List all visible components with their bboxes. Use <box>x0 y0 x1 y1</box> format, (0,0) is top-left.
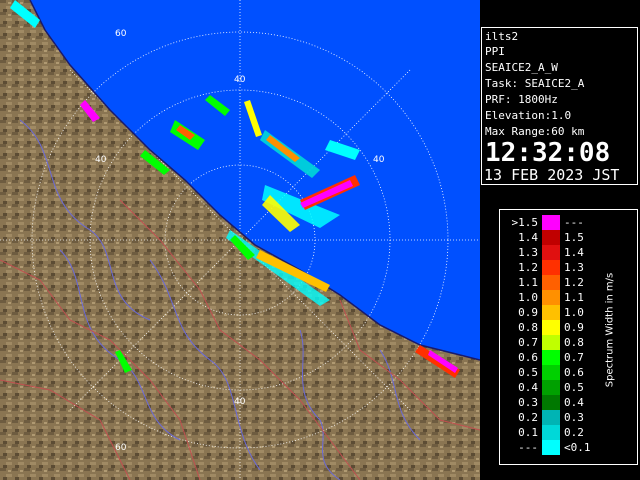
legend-upper-bound: 0.9 <box>564 321 584 334</box>
legend-row: >1.5 --- <box>500 215 637 230</box>
legend-lower-bound: 0.9 <box>518 306 538 319</box>
legend-upper-bound: 0.8 <box>564 336 584 349</box>
legend-swatch <box>542 395 560 410</box>
legend-lower-bound: --- <box>518 441 538 454</box>
legend-lower-bound: 0.4 <box>518 381 538 394</box>
task-name: Task: SEAICE2_A <box>485 77 585 90</box>
legend-upper-bound: --- <box>564 216 584 229</box>
legend-row: --- <0.1 <box>500 440 637 455</box>
legend-upper-bound: 0.6 <box>564 366 584 379</box>
legend-lower-bound: 1.2 <box>518 261 538 274</box>
legend-upper-bound: 0.4 <box>564 396 584 409</box>
legend-upper-bound: 0.2 <box>564 426 584 439</box>
legend-upper-bound: 1.5 <box>564 231 584 244</box>
ring-label-40-top: 40 <box>234 75 246 85</box>
legend-swatch <box>542 245 560 260</box>
legend-lower-bound: 0.8 <box>518 321 538 334</box>
legend-lower-bound: 1.3 <box>518 246 538 259</box>
scan-time: 12:32:08 <box>485 138 611 168</box>
prf-value: PRF: 1800Hz <box>485 93 558 106</box>
legend-lower-bound: 0.2 <box>518 411 538 424</box>
legend-upper-bound: 1.3 <box>564 261 584 274</box>
legend-title-box: Spectrum Width in m/s <box>600 230 620 430</box>
legend-lower-bound: 0.1 <box>518 426 538 439</box>
max-range-value: Max Range:60 km <box>485 125 585 138</box>
legend-swatch <box>542 335 560 350</box>
legend-lower-bound: 0.7 <box>518 336 538 349</box>
legend-title: Spectrum Width in m/s <box>604 272 616 388</box>
legend-swatch <box>542 275 560 290</box>
legend-upper-bound: 1.2 <box>564 276 584 289</box>
legend-upper-bound: 1.1 <box>564 291 584 304</box>
legend-lower-bound: 1.4 <box>518 231 538 244</box>
ring-label-40-right: 40 <box>373 155 385 165</box>
ring-label-60-bottom: 60 <box>115 443 127 453</box>
legend-upper-bound: 0.3 <box>564 411 584 424</box>
ring-label-60-top: 60 <box>115 29 127 39</box>
scan-name: SEAICE2_A_W <box>485 61 558 74</box>
legend-lower-bound: 1.1 <box>518 276 538 289</box>
legend-swatch <box>542 380 560 395</box>
legend-swatch <box>542 425 560 440</box>
color-legend: >1.5 --- 1.4 1.5 1.3 1.4 1.2 1.3 1.1 1.2 1.0 1.1 0.9… <box>499 209 638 465</box>
legend-lower-bound: 1.0 <box>518 291 538 304</box>
legend-swatch <box>542 410 560 425</box>
legend-swatch <box>542 365 560 380</box>
radar-ppi-map: 60 40 40 40 40 60 <box>0 0 480 480</box>
legend-upper-bound: 0.5 <box>564 381 584 394</box>
legend-swatch <box>542 230 560 245</box>
elevation-value: Elevation:1.0 <box>485 109 572 122</box>
site-name: ilts2 <box>485 30 519 43</box>
ring-label-40-bottom: 40 <box>234 397 246 407</box>
legend-swatch <box>542 320 560 335</box>
legend-swatch <box>542 215 560 230</box>
legend-lower-bound: 0.3 <box>518 396 538 409</box>
scan-date: 13 FEB 2023 JST <box>484 166 620 184</box>
legend-lower-bound: 0.6 <box>518 351 538 364</box>
legend-upper-bound: <0.1 <box>564 441 591 454</box>
legend-upper-bound: 0.7 <box>564 351 584 364</box>
legend-swatch <box>542 440 560 455</box>
legend-lower-bound: 0.5 <box>518 366 538 379</box>
legend-swatch <box>542 290 560 305</box>
product-type: PPI <box>485 45 505 58</box>
ring-label-40-left: 40 <box>95 155 107 165</box>
legend-swatch <box>542 260 560 275</box>
legend-lower-bound: >1.5 <box>511 216 539 229</box>
legend-upper-bound: 1.4 <box>564 246 584 259</box>
legend-swatch <box>542 305 560 320</box>
legend-upper-bound: 1.0 <box>564 306 584 319</box>
info-panel: ilts2 PPI SEAICE2_A_W Task: SEAICE2_A PR… <box>481 27 638 185</box>
legend-swatch <box>542 350 560 365</box>
